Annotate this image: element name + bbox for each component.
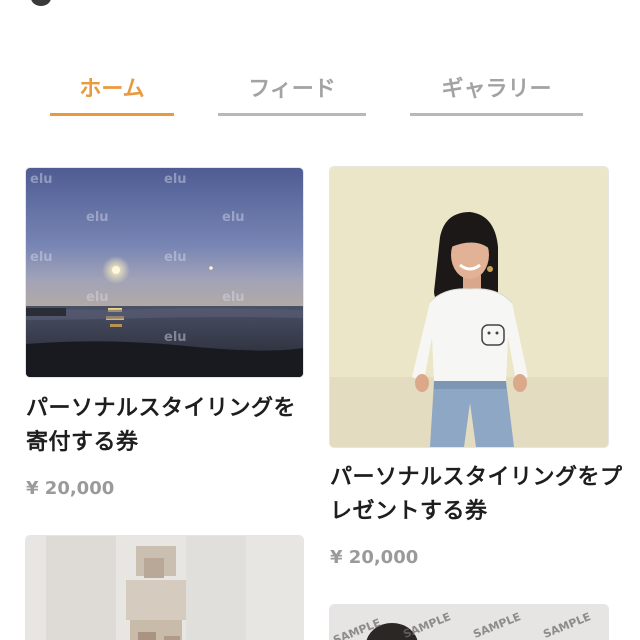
tab-feed[interactable]: フィード bbox=[218, 72, 366, 118]
product-price: ¥ 20,000 bbox=[330, 547, 419, 568]
portrait-photo bbox=[330, 167, 608, 447]
tab-feed-underline bbox=[218, 113, 366, 116]
tab-gallery[interactable]: ギャラリー bbox=[410, 72, 583, 118]
back-icon[interactable] bbox=[31, 0, 51, 6]
product-title[interactable]: パーソナルスタイリングを寄付する券 bbox=[26, 392, 311, 460]
product-image-moonlit-sea[interactable]: elu elu elu elu elu elu elu elu elu bbox=[26, 168, 303, 377]
watermark: elu bbox=[30, 172, 53, 187]
tab-bar: ホーム フィード ギャラリー bbox=[0, 72, 640, 120]
watermark: elu bbox=[164, 330, 187, 345]
tab-gallery-label: ギャラリー bbox=[441, 77, 552, 102]
watermark: elu bbox=[164, 250, 187, 265]
tab-gallery-underline bbox=[410, 113, 583, 116]
watermark: elu bbox=[30, 250, 53, 265]
product-image-portrait[interactable] bbox=[330, 167, 608, 447]
pixelated-photo bbox=[26, 536, 303, 640]
tab-feed-label: フィード bbox=[248, 77, 336, 102]
product-image[interactable] bbox=[26, 536, 303, 640]
page: ホーム フィード ギャラリー elu elu elu elu elu elu e… bbox=[0, 0, 640, 640]
watermark: elu bbox=[222, 290, 245, 305]
moonlit-sea-photo bbox=[26, 168, 303, 377]
watermark: elu bbox=[86, 210, 109, 225]
product-image[interactable]: SAMPLE SAMPLE SAMPLE SAMPLE bbox=[330, 605, 608, 640]
tab-home-label: ホーム bbox=[79, 77, 145, 102]
product-price: ¥ 20,000 bbox=[26, 478, 115, 499]
product-card-donate[interactable]: elu elu elu elu elu elu elu elu elu パーソナ… bbox=[26, 168, 326, 508]
watermark: elu bbox=[164, 172, 187, 187]
product-card[interactable]: SAMPLE SAMPLE SAMPLE SAMPLE bbox=[330, 605, 608, 640]
product-card[interactable] bbox=[26, 536, 303, 640]
product-card-gift[interactable]: パーソナルスタイリングをプレゼントする券 ¥ 20,000 bbox=[330, 167, 630, 577]
tab-home-underline bbox=[50, 113, 174, 116]
watermark: elu bbox=[86, 290, 109, 305]
watermark: elu bbox=[222, 210, 245, 225]
tab-home[interactable]: ホーム bbox=[50, 72, 174, 118]
product-title[interactable]: パーソナルスタイリングをプレゼントする券 bbox=[330, 461, 630, 529]
